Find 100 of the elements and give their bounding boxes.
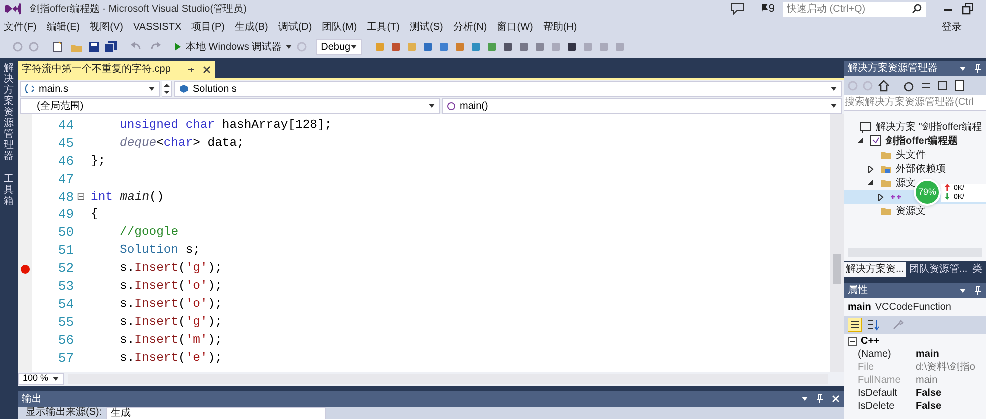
close-icon[interactable] <box>202 66 211 74</box>
panel-title: 属性 <box>848 284 869 298</box>
configuration-dropdown[interactable]: Debug <box>316 39 362 55</box>
editor-tab[interactable]: 字符流中第一个不重复的字符.cpp <box>18 61 215 78</box>
sign-in-link[interactable]: 登录 <box>942 20 962 34</box>
code-line: s.Insert('m'); <box>120 332 222 347</box>
menu-item[interactable]: 文件(F) <box>4 20 37 34</box>
caret-icon[interactable] <box>960 66 966 70</box>
collapsed-arrow-icon[interactable] <box>868 166 874 172</box>
caret-icon <box>429 104 435 108</box>
menu-item[interactable]: 分析(N) <box>453 20 488 34</box>
code-line: s.Insert('e'); <box>120 350 222 365</box>
type-dropdown[interactable]: Solution s <box>174 81 842 97</box>
collapsed-arrow-icon[interactable] <box>878 194 884 200</box>
panel-tab[interactable]: 团队资源管... <box>907 262 970 277</box>
flag-icon[interactable] <box>760 3 769 15</box>
property-value: False <box>916 387 942 401</box>
references-folder-icon <box>880 163 892 175</box>
menu-item[interactable]: 编辑(E) <box>46 20 80 34</box>
save-all-icon[interactable] <box>104 41 118 53</box>
menu-item[interactable]: 视图(V) <box>90 20 124 34</box>
menu-item[interactable]: 窗口(W) <box>497 20 534 34</box>
notification-count: 9 <box>768 2 775 17</box>
side-tab[interactable]: 工具箱 <box>4 174 14 207</box>
play-icon <box>174 42 182 52</box>
code-line: s.Insert('g'); <box>120 261 222 276</box>
caret-icon <box>831 104 837 108</box>
menu-item[interactable]: 项目(P) <box>192 20 225 34</box>
tree-item[interactable]: 解决方案 "剑指offer编程 <box>844 120 986 134</box>
home-icon[interactable] <box>878 80 890 92</box>
start-debugger-button[interactable]: 本地 Windows 调试器 <box>174 40 292 54</box>
restore-icon[interactable] <box>962 3 974 15</box>
window-title: 剑指offer编程题 - Microsoft Visual Studio(管理员) <box>30 2 247 16</box>
object-name: main <box>848 300 872 314</box>
line-number: 47 <box>58 170 74 189</box>
menu-item[interactable]: 工具(T) <box>367 20 400 34</box>
code-line: s.Insert('o'); <box>120 296 222 311</box>
panel-title: 解决方案资源管理器 <box>848 62 939 76</box>
fold-toggle[interactable]: ⊟ <box>77 192 85 202</box>
property-value: main <box>916 374 938 388</box>
output-source-dropdown[interactable]: 生成 <box>106 407 326 419</box>
tree-item[interactable]: 剑指offer编程题 <box>844 134 986 148</box>
panel-tab[interactable]: 解决方案资... <box>844 262 906 277</box>
line-number: 52 <box>58 260 74 278</box>
code-line: deque<char> data; <box>120 136 244 150</box>
side-tab[interactable]: 解决方案资源管理器 <box>4 63 14 162</box>
search-icon <box>912 4 922 14</box>
output-source-label: 显示输出来源(S): <box>26 407 102 419</box>
up-arrow-icon <box>945 184 950 190</box>
menu-item[interactable]: VASSISTX <box>133 20 182 34</box>
quick-launch-field[interactable]: 快速启动 (Ctrl+Q) <box>783 2 926 16</box>
line-number: 48 <box>58 188 74 206</box>
code-line: unsigned char hashArray[128]; <box>120 118 332 132</box>
tree-item[interactable]: 外部依赖项 <box>844 162 986 176</box>
menu-item[interactable]: 生成(B) <box>234 20 268 34</box>
percent-toast: 79% <box>914 179 941 206</box>
spin-icon[interactable] <box>162 81 172 97</box>
collapse-box-icon[interactable] <box>848 336 857 346</box>
breakpoint-icon[interactable] <box>20 264 30 274</box>
properties-icon[interactable] <box>954 80 966 92</box>
category-label: C++ <box>861 334 880 348</box>
caret-icon <box>53 377 59 381</box>
logo-icon <box>4 2 22 16</box>
down-arrow-icon <box>945 192 950 200</box>
project-dropdown[interactable]: main.s <box>20 81 160 97</box>
categorized-icon[interactable] <box>848 318 862 332</box>
caret-icon <box>351 45 358 49</box>
expanded-arrow-icon[interactable] <box>858 138 864 144</box>
tree-item[interactable]: 资源文 <box>844 204 986 218</box>
line-number: 57 <box>58 350 74 368</box>
caret-icon[interactable] <box>802 397 808 401</box>
expanded-arrow-icon[interactable] <box>868 180 874 186</box>
line-number: 53 <box>58 278 74 296</box>
panel-tab[interactable]: 类 <box>970 262 985 277</box>
caret-icon[interactable] <box>960 288 966 292</box>
menu-item[interactable]: 团队(M) <box>322 20 358 34</box>
solution-icon <box>860 121 872 133</box>
speech-bubble-icon[interactable] <box>730 3 745 15</box>
search-field[interactable]: 搜索解决方案资源管理器(Ctrl <box>844 95 986 111</box>
save-icon[interactable] <box>88 41 100 53</box>
line-number: 46 <box>58 152 74 171</box>
property-value: main <box>916 348 940 362</box>
member-dropdown[interactable]: main() <box>442 98 842 114</box>
zoom-dropdown[interactable]: 100 % <box>18 373 64 385</box>
caret-icon <box>286 45 292 49</box>
panel-title: 输出 <box>22 392 43 406</box>
menu-item[interactable]: 帮助(H) <box>543 20 578 34</box>
tree-item[interactable]: 头文件 <box>844 148 986 162</box>
caret-icon <box>831 87 837 91</box>
project-icon <box>870 135 882 147</box>
property-value: False <box>916 400 942 414</box>
sort-alpha-icon[interactable] <box>866 318 880 332</box>
vertical-scrollbar[interactable] <box>830 114 844 372</box>
class-icon <box>179 84 189 94</box>
code-line: s.Insert('g'); <box>120 314 222 329</box>
menu-item[interactable]: 测试(S) <box>410 20 444 34</box>
menu-item[interactable]: 调试(D) <box>278 20 312 34</box>
property-name: File <box>858 361 876 375</box>
braces-icon <box>25 84 35 94</box>
pin-icon[interactable] <box>186 66 195 74</box>
